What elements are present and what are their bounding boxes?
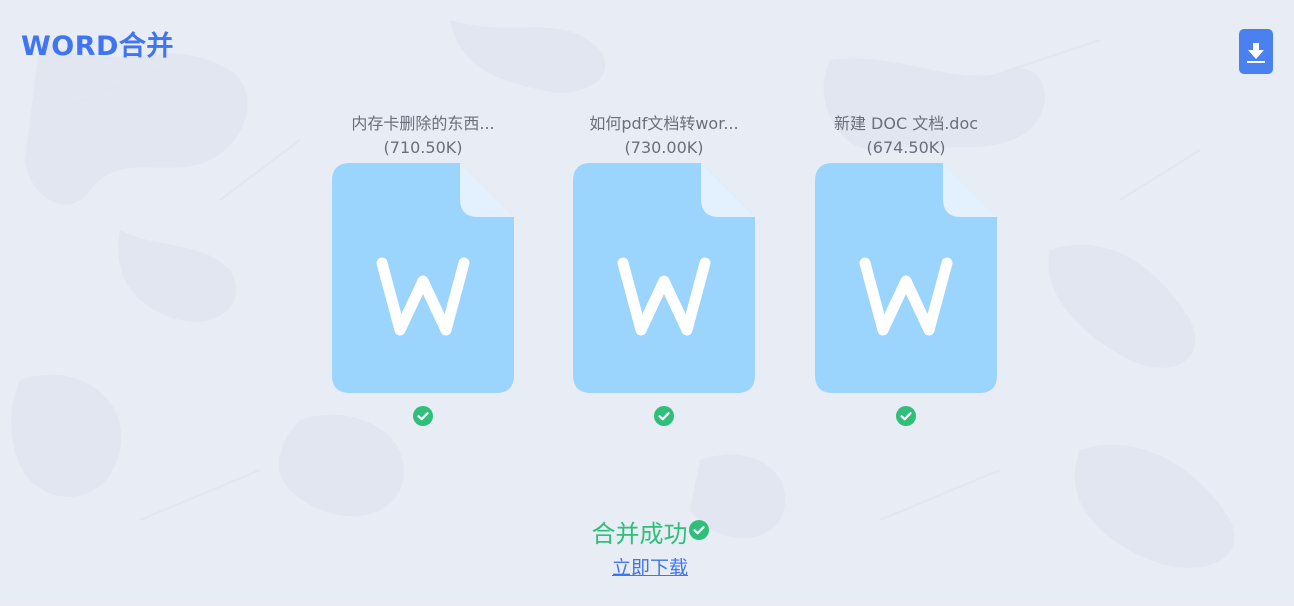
word-document-icon bbox=[332, 163, 514, 393]
file-list: 内存卡删除的东西... (710.50K) 如何pdf文档转wor... (73… bbox=[0, 0, 1294, 600]
file-name: 新建 DOC 文档.doc bbox=[833, 114, 979, 133]
file-name: 如何pdf文档转wor... bbox=[589, 114, 739, 133]
merge-status-text: 合并成功 bbox=[591, 520, 688, 548]
word-document-icon bbox=[573, 163, 755, 393]
check-circle-icon bbox=[654, 406, 674, 426]
app-window: WORD合并 内存卡删除的东西... (710.50K) 如何pdf文档转wor… bbox=[0, 0, 1294, 600]
download-link-container: 立即下载 bbox=[0, 553, 1294, 580]
check-circle-icon bbox=[413, 406, 433, 426]
check-circle-icon bbox=[688, 520, 709, 540]
word-document-icon bbox=[815, 163, 997, 393]
file-card[interactable]: 新建 DOC 文档.doc (674.50K) bbox=[806, 112, 1006, 426]
file-name: 内存卡删除的东西... bbox=[351, 114, 495, 133]
file-size: (674.50K) bbox=[866, 138, 946, 157]
check-circle-icon bbox=[896, 406, 916, 426]
file-size: (730.00K) bbox=[624, 138, 704, 157]
file-size: (710.50K) bbox=[383, 138, 463, 157]
download-now-link[interactable]: 立即下载 bbox=[612, 557, 688, 579]
file-card[interactable]: 如何pdf文档转wor... (730.00K) bbox=[564, 112, 764, 426]
file-card[interactable]: 内存卡删除的东西... (710.50K) bbox=[323, 112, 523, 426]
merge-status: 合并成功 bbox=[0, 514, 1294, 549]
